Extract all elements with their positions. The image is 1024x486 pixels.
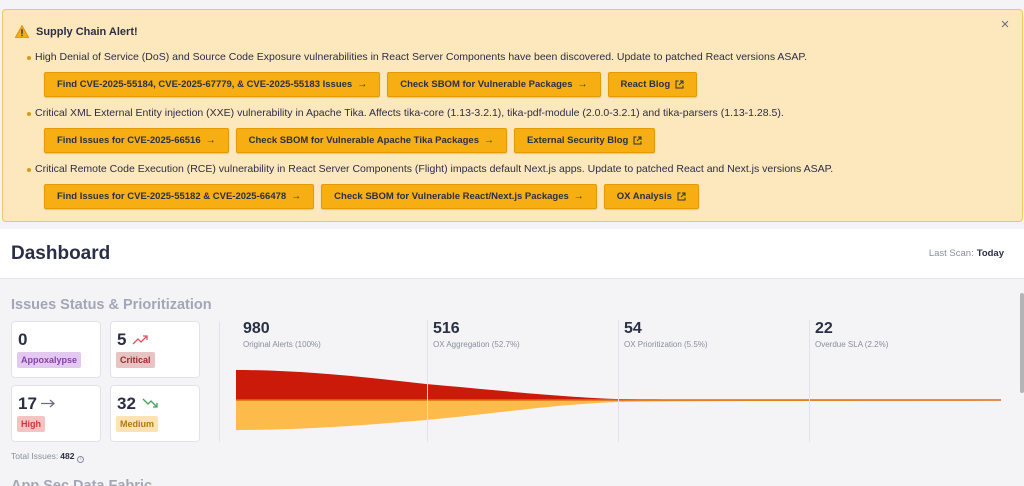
severity-badge: Medium: [116, 416, 159, 432]
total-issues-value: 482: [60, 451, 75, 461]
severity-count: 5: [117, 330, 127, 349]
arrow-right-icon: →: [573, 191, 584, 202]
trend-flat-icon: [41, 399, 55, 408]
page-title: Dashboard: [11, 243, 111, 264]
stage-separator: [618, 320, 619, 442]
severity-badge: High: [17, 416, 45, 432]
button-label: Check SBOM for Vulnerable Apache Tika Pa…: [248, 135, 479, 146]
section-divider: [219, 322, 220, 442]
trend-down-icon: [142, 398, 158, 408]
button-label: OX Analysis: [616, 191, 672, 202]
alert-actions-tika: Find Issues for CVE-2025-66516 → Check SB…: [44, 128, 656, 153]
find-react-rce-issues-button[interactable]: Find Issues for CVE-2025-55182 & CVE-202…: [44, 184, 315, 209]
last-scan-value: Today: [976, 248, 1004, 259]
alert-item-react-rce: Critical Remote Code Execution (RCE) vul…: [26, 163, 834, 175]
stage-value: 516: [433, 320, 460, 337]
stage-label: OX Prioritization (5.5%): [624, 340, 708, 349]
stage-label: Original Alerts (100%): [243, 340, 321, 349]
alert-title: Supply Chain Alert!: [36, 25, 138, 38]
check-sbom-react-button[interactable]: Check SBOM for Vulnerable Packages →: [387, 72, 601, 97]
stage-original-alerts[interactable]: 980 Original Alerts (100%): [243, 320, 321, 349]
arrow-right-icon: →: [484, 135, 494, 146]
last-scan-label: Last Scan:: [928, 248, 974, 259]
stage-ox-prioritization[interactable]: 54 OX Prioritization (5.5%): [624, 320, 708, 349]
severity-count: 32: [117, 394, 136, 413]
stage-ox-aggregation[interactable]: 516 OX Aggregation (52.7%): [433, 320, 520, 349]
stage-value: 980: [243, 320, 270, 337]
stage-label: OX Aggregation (52.7%): [433, 340, 520, 349]
arrow-right-icon: →: [291, 191, 302, 202]
alerts-funnel: 980 Original Alerts (100%) 516 OX Aggreg…: [236, 320, 1001, 450]
alert-header: Supply Chain Alert!: [15, 25, 138, 38]
total-issues-label: Total Issues:: [11, 451, 59, 461]
info-icon[interactable]: i: [77, 456, 85, 463]
button-label: External Security Blog: [527, 135, 629, 146]
external-link-icon: [677, 192, 686, 201]
supply-chain-alert: Supply Chain Alert! × High Denial of Ser…: [2, 9, 1023, 222]
stage-label: Overdue SLA (2.2%): [815, 340, 889, 349]
stage-value: 22: [815, 320, 833, 337]
external-link-icon: [675, 80, 684, 89]
button-label: Find Issues for CVE-2025-55182 & CVE-202…: [57, 191, 287, 202]
stage-value: 54: [624, 320, 642, 337]
stage-separator: [809, 320, 810, 442]
stage-separator: [427, 320, 428, 442]
warning-icon: [15, 25, 29, 38]
find-react-dos-issues-button[interactable]: Find CVE-2025-55184, CVE-2025-67779, & C…: [44, 72, 381, 97]
find-tika-issues-button[interactable]: Find Issues for CVE-2025-66516 →: [44, 128, 229, 153]
external-security-blog-button[interactable]: External Security Blog: [514, 128, 656, 153]
close-icon[interactable]: ×: [998, 17, 1012, 32]
severity-card-critical[interactable]: 5 Critical: [110, 321, 200, 378]
severity-count: 17: [18, 394, 37, 413]
alert-item-react-dos: High Denial of Service (DoS) and Source …: [27, 51, 807, 63]
react-blog-button[interactable]: React Blog: [607, 72, 698, 97]
arrow-right-icon: →: [577, 79, 588, 90]
alert-item-tika-xxe: Critical XML External Entity injection (…: [27, 107, 784, 119]
alert-actions-react-dos: Find CVE-2025-55184, CVE-2025-67779, & C…: [44, 72, 698, 97]
trend-up-icon: [132, 335, 148, 345]
stage-overdue-sla[interactable]: 22 Overdue SLA (2.2%): [815, 320, 888, 349]
ox-analysis-button[interactable]: OX Analysis: [603, 184, 699, 209]
button-label: Find CVE-2025-55184, CVE-2025-67779, & C…: [57, 79, 353, 90]
page-scrollbar[interactable]: [1020, 293, 1024, 393]
alert-actions-react-rce: Find Issues for CVE-2025-55182 & CVE-202…: [44, 184, 699, 209]
next-section-title: App Sec Data Fabric: [11, 478, 153, 486]
arrow-right-icon: →: [357, 79, 368, 90]
dashboard-header: Dashboard Last Scan: Today: [0, 229, 1024, 279]
severity-count: 0: [18, 330, 28, 349]
button-label: Find Issues for CVE-2025-66516: [57, 135, 201, 146]
severity-card-medium[interactable]: 32 Medium: [110, 385, 200, 442]
external-link-icon: [633, 136, 642, 145]
last-scan: Last Scan: Today: [929, 248, 1004, 259]
severity-badge: Critical: [116, 352, 155, 368]
check-sbom-tika-button[interactable]: Check SBOM for Vulnerable Apache Tika Pa…: [235, 128, 507, 153]
severity-card-appoxalypse[interactable]: 0 Appoxalypse: [11, 321, 101, 378]
button-label: Check SBOM for Vulnerable Packages: [400, 79, 573, 90]
arrow-right-icon: →: [205, 135, 216, 146]
severity-card-high[interactable]: 17 High: [11, 385, 101, 442]
check-sbom-nextjs-button[interactable]: Check SBOM for Vulnerable React/Next.js …: [321, 184, 597, 209]
button-label: React Blog: [620, 79, 671, 90]
button-label: Check SBOM for Vulnerable React/Next.js …: [334, 191, 569, 202]
total-issues: Total Issues: 482 i: [11, 451, 85, 463]
issues-section-title: Issues Status & Prioritization: [11, 297, 212, 313]
severity-badge: Appoxalypse: [17, 352, 82, 368]
